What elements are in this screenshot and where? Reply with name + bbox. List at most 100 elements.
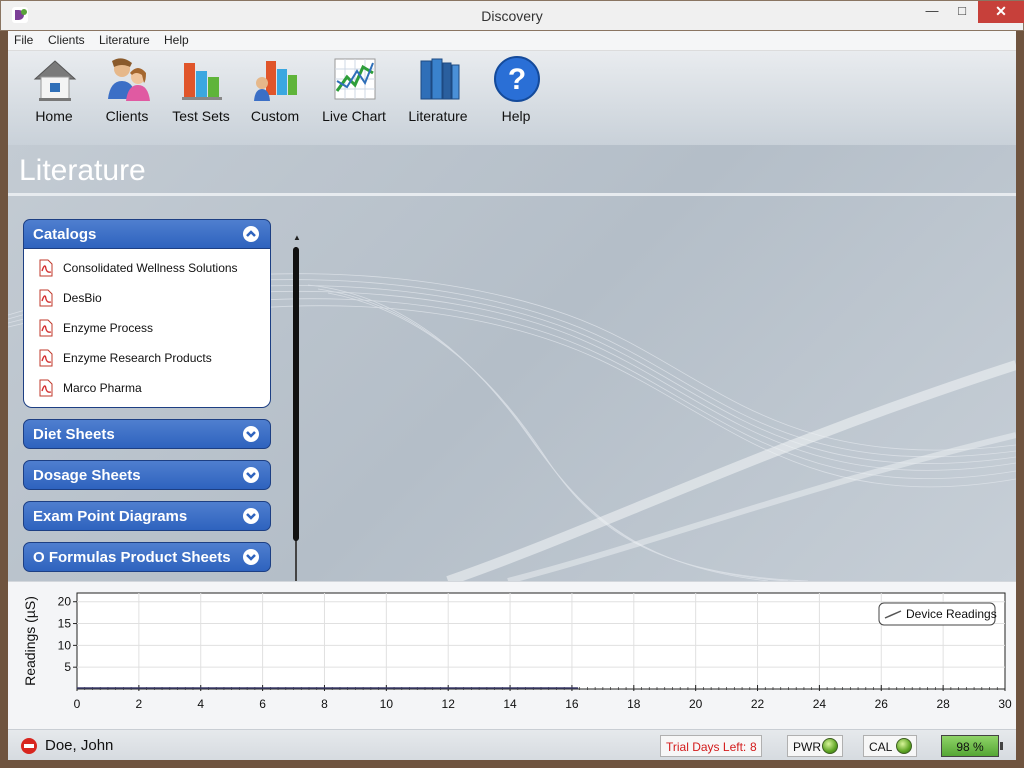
catalog-item[interactable]: Enzyme Research Products (24, 348, 270, 378)
chevron-down-icon[interactable] (243, 508, 259, 524)
toolbar-custom-button[interactable]: Custom (239, 55, 311, 139)
y-tick-label: 5 (64, 660, 71, 674)
toolbar-live-chart-label: Live Chart (322, 108, 386, 124)
status-bar: Doe, John Trial Days Left: 8 PWR CAL 98 … (8, 729, 1016, 760)
accordion-header-o-formulas-product-sheets[interactable]: O Formulas Product Sheets (23, 542, 271, 572)
menu-help[interactable]: Help (164, 33, 189, 47)
calibration-indicator: CAL (863, 735, 917, 757)
accordion-header-diet-sheets[interactable]: Diet Sheets (23, 419, 271, 449)
x-tick-label: 2 (136, 697, 143, 711)
x-tick-label: 24 (813, 697, 827, 711)
toolbar-live-chart-button[interactable]: Live Chart (318, 55, 390, 139)
chevron-down-icon[interactable] (243, 467, 259, 483)
battery-indicator: 98 % (941, 735, 1003, 757)
catalog-item[interactable]: Enzyme Process (24, 318, 270, 348)
clients-icon (108, 58, 150, 101)
accordion-scrollbar[interactable]: ▲ ▼ (291, 233, 301, 581)
accordion-title-o-formulas-product-sheets: O Formulas Product Sheets (33, 549, 231, 566)
accordion-header-exam-point-diagrams[interactable]: Exam Point Diagrams (23, 501, 271, 531)
y-tick-label: 20 (58, 595, 72, 609)
catalog-item[interactable]: DesBio (24, 288, 270, 318)
accordion-o-formulas-product-sheets: O Formulas Product Sheets (23, 542, 271, 572)
toolbar-literature-button[interactable]: Literature (402, 55, 474, 139)
x-tick-label: 0 (74, 697, 81, 711)
toolbar-test-sets-button[interactable]: Test Sets (165, 55, 237, 139)
svg-text:?: ? (508, 63, 526, 96)
catalog-item-label: Enzyme Research Products (63, 351, 212, 365)
client-area: File Clients Literature Help Home Client… (8, 31, 1016, 760)
accordion-title-diet-sheets: Diet Sheets (33, 426, 115, 443)
toolbar-home-button[interactable]: Home (18, 55, 90, 139)
accordion-title-exam-point-diagrams: Exam Point Diagrams (33, 508, 188, 525)
calibration-label: CAL (869, 740, 893, 754)
scroll-thumb[interactable] (293, 247, 299, 541)
chevron-down-icon[interactable] (243, 426, 259, 442)
toolbar-help-button[interactable]: ? Help (480, 55, 552, 139)
y-tick-label: 15 (58, 617, 72, 631)
title-divider (8, 193, 1016, 196)
test-sets-icon (182, 63, 222, 100)
trial-days-indicator: Trial Days Left: 8 (660, 735, 762, 757)
custom-icon (254, 61, 297, 101)
chevron-down-icon[interactable] (243, 549, 259, 565)
maximize-icon[interactable]: □ (947, 1, 977, 23)
help-icon: ? (494, 56, 540, 102)
accordion-catalogs: Catalogs Consolidated Wellness Solutions (23, 219, 271, 408)
home-icon (33, 60, 77, 101)
x-tick-label: 14 (503, 697, 517, 711)
live-chart-icon (334, 58, 376, 100)
y-tick-label: 10 (58, 638, 72, 652)
x-tick-label: 16 (565, 697, 579, 711)
calibration-led-icon (896, 738, 912, 754)
battery-level: 98 % (956, 740, 984, 754)
menu-literature[interactable]: Literature (99, 33, 150, 47)
power-label: PWR (793, 740, 821, 754)
legend-label: Device Readings (906, 607, 997, 621)
x-tick-label: 20 (689, 697, 703, 711)
catalog-item-label: Enzyme Process (63, 321, 154, 335)
x-tick-label: 18 (627, 697, 641, 711)
accordion-header-catalogs[interactable]: Catalogs (23, 219, 271, 249)
stop-icon[interactable] (21, 738, 37, 754)
toolbar-clients-button[interactable]: Clients (91, 55, 163, 139)
window-title: Discovery (481, 8, 543, 24)
accordion-dosage-sheets: Dosage Sheets (23, 460, 271, 490)
trial-days-value: 8 (750, 740, 757, 754)
menu-file[interactable]: File (14, 33, 33, 47)
power-led-icon (822, 738, 838, 754)
chevron-up-icon[interactable] (243, 226, 259, 242)
accordion-diet-sheets: Diet Sheets (23, 419, 271, 449)
power-indicator: PWR (787, 735, 843, 757)
minimize-icon[interactable]: — (917, 1, 947, 23)
literature-icon (420, 58, 460, 100)
trial-days-label: Trial Days Left: (666, 740, 747, 754)
catalog-item-label: DesBio (63, 291, 102, 305)
pdf-icon (39, 259, 53, 277)
menu-clients[interactable]: Clients (48, 33, 85, 47)
x-tick-label: 8 (321, 697, 328, 711)
literature-accordion: Catalogs Consolidated Wellness Solutions (23, 219, 271, 581)
x-tick-label: 30 (998, 697, 1012, 711)
app-window: Discovery — □ ✕ File Clients Literature … (0, 0, 1024, 768)
catalog-item[interactable]: Marco Pharma (24, 378, 270, 408)
accordion-body-catalogs: Consolidated Wellness Solutions DesBio E… (23, 249, 271, 408)
accordion-header-dosage-sheets[interactable]: Dosage Sheets (23, 460, 271, 490)
live-chart-panel: 0 2 4 6 8 10 12 14 16 18 20 22 24 26 28 30 5 10 15 20 Readin… (8, 581, 1016, 729)
page-title: Literature (19, 154, 146, 187)
y-axis-label: Readings (µS) (22, 596, 38, 686)
content-area: Literature Catalogs Consolidated Wellnes… (8, 145, 1016, 581)
plot-area (76, 592, 1006, 690)
close-icon[interactable]: ✕ (978, 1, 1024, 23)
pdf-icon (39, 379, 53, 397)
scroll-up-arrow-icon[interactable]: ▲ (293, 233, 301, 242)
readings-chart: 0 2 4 6 8 10 12 14 16 18 20 22 24 26 28 305101520Readin… (22, 592, 1012, 711)
pdf-icon (39, 349, 53, 367)
toolbar: Home Clients Test Sets Custom Live Chart… (8, 51, 1016, 145)
title-bar[interactable]: Discovery — □ ✕ (0, 0, 1024, 31)
x-tick-label: 12 (442, 697, 456, 711)
toolbar-help-label: Help (501, 108, 531, 124)
x-tick-label: 4 (197, 697, 204, 711)
menu-bar: File Clients Literature Help (8, 31, 1016, 51)
catalog-item-label: Consolidated Wellness Solutions (63, 261, 238, 275)
catalog-item[interactable]: Consolidated Wellness Solutions (24, 258, 270, 288)
